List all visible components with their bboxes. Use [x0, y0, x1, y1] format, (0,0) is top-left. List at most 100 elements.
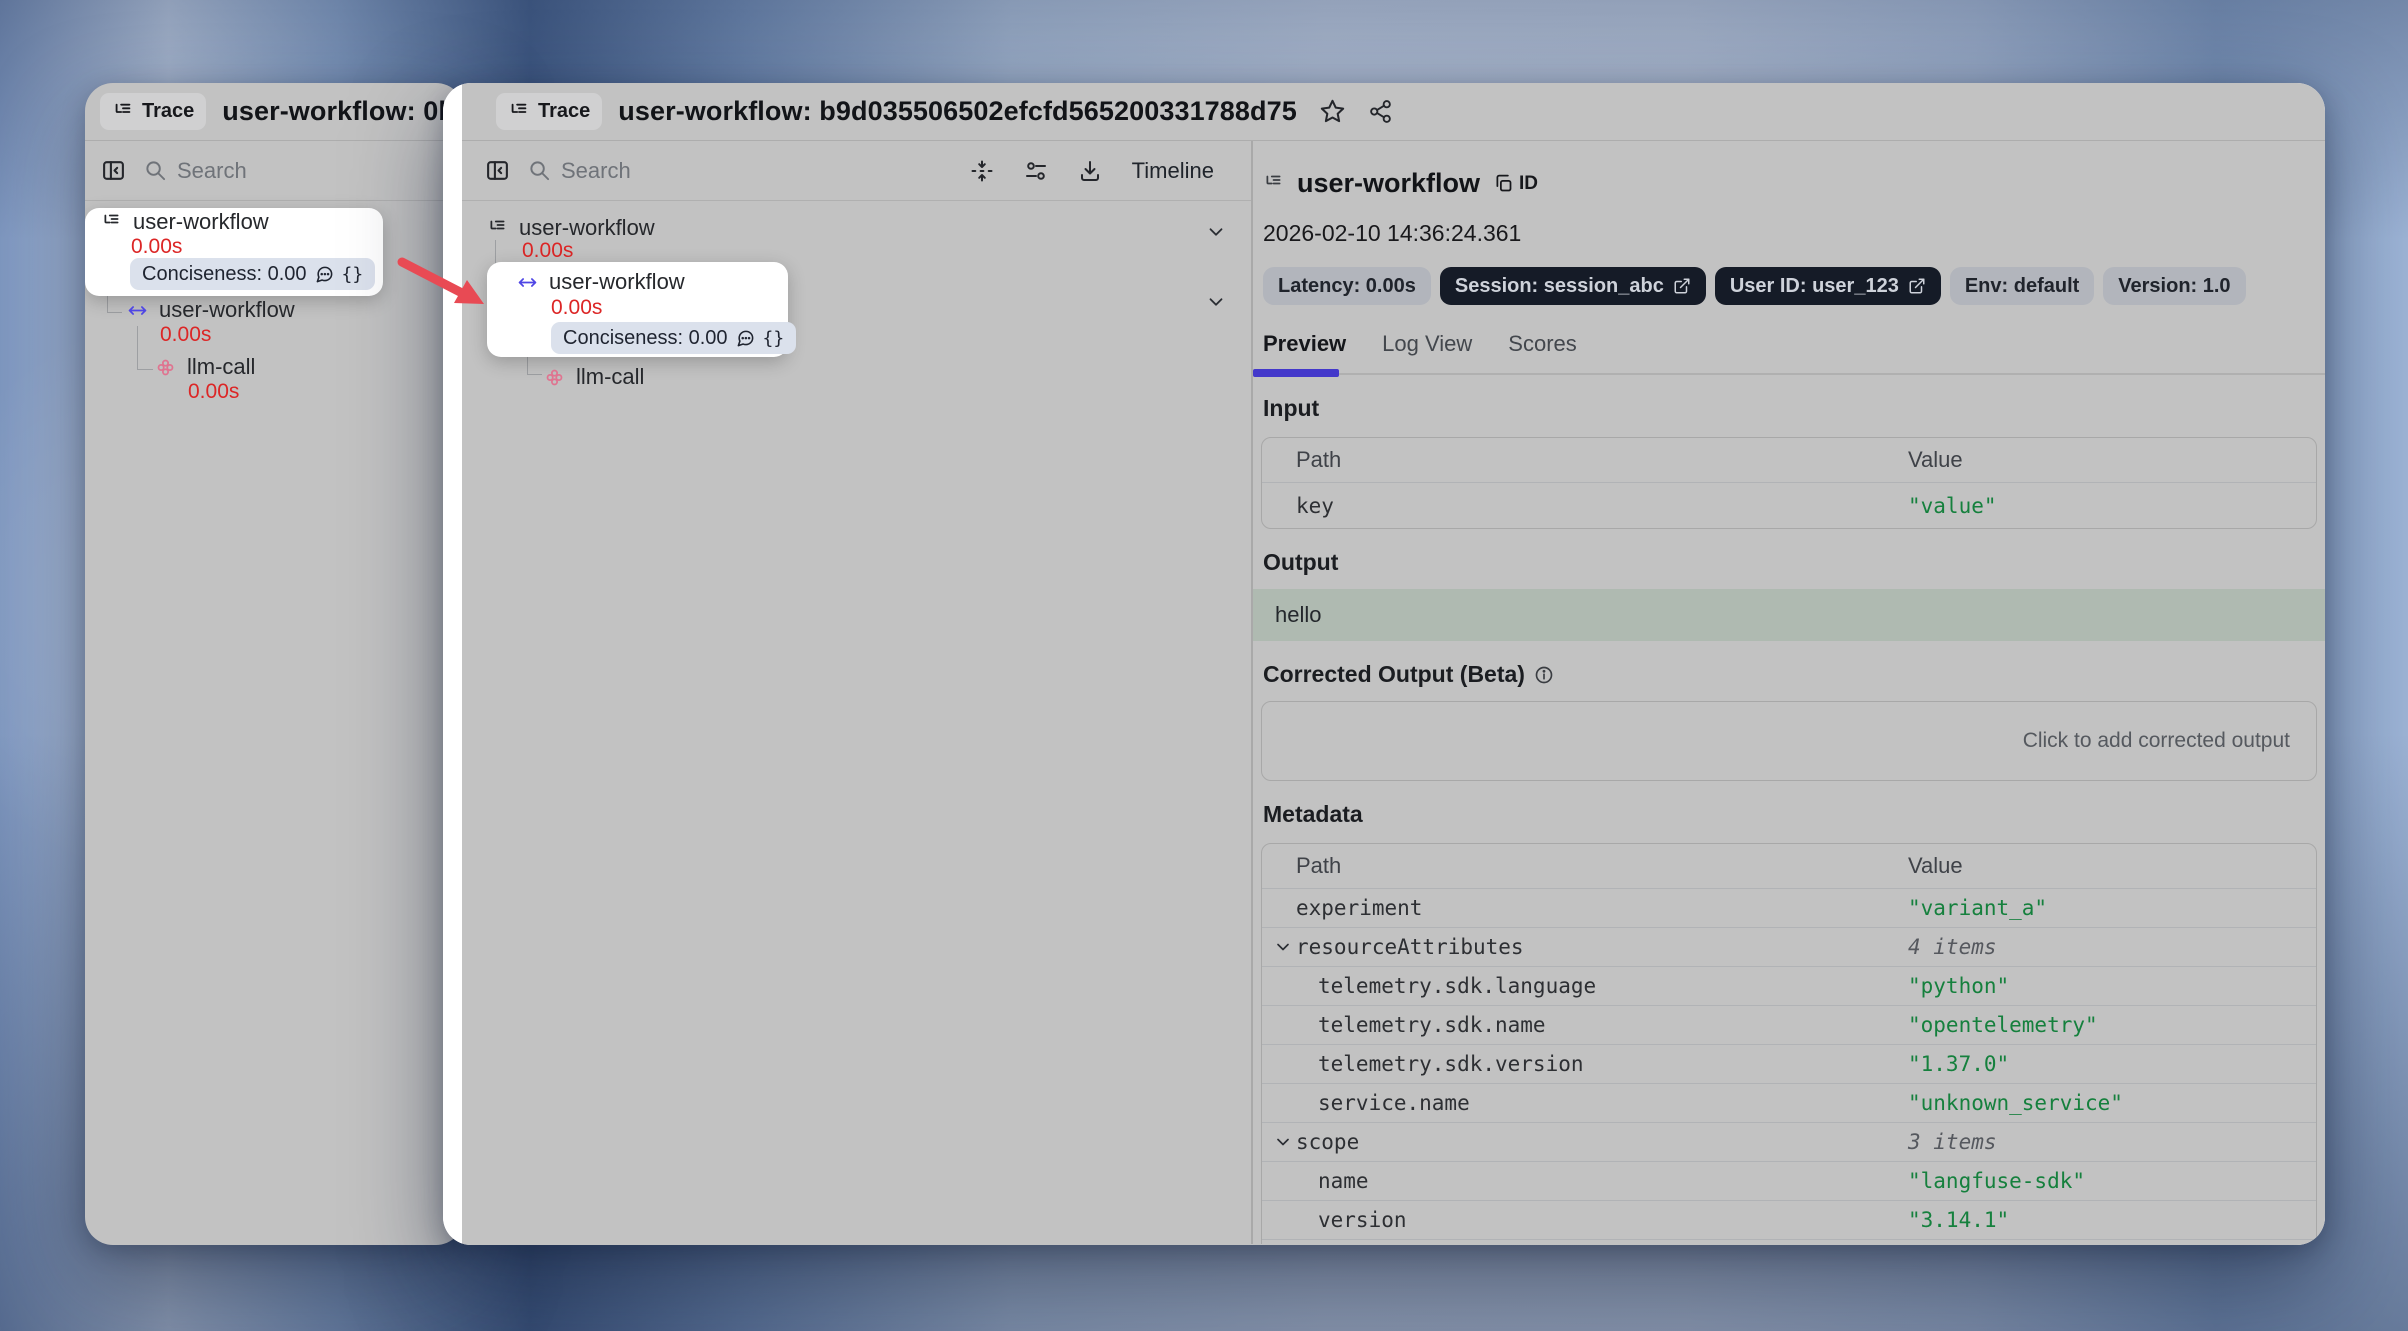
json-path: telemetry.sdk.language: [1318, 974, 1596, 998]
chevron-down-icon[interactable]: [1273, 1132, 1293, 1152]
json-value: "3.14.1": [1908, 1208, 2009, 1232]
metadata-section-heading: Metadata: [1263, 801, 2325, 828]
corrected-output-placeholder: Click to add corrected output: [2023, 729, 2290, 753]
span-duration: 0.00s: [160, 323, 211, 347]
score-badge[interactable]: Conciseness: 0.00 {}: [130, 258, 375, 290]
table-row: name "langfuse-sdk": [1262, 1161, 2316, 1200]
chevron-down-icon[interactable]: [1205, 291, 1227, 313]
table-header: Path Value: [1262, 438, 2316, 482]
span-duration: 0.00s: [522, 239, 573, 263]
table-row: attributes 1 items: [1262, 1239, 2316, 1244]
comment-icon: [315, 265, 334, 284]
comment-icon: [736, 329, 755, 348]
score-label: Conciseness: 0.00: [142, 263, 307, 286]
timeline-button[interactable]: Timeline: [1132, 158, 1214, 184]
chevron-down-icon[interactable]: [1205, 221, 1227, 243]
json-braces-icon: {}: [763, 328, 785, 349]
search-box: [528, 158, 952, 184]
tree-node-leaf[interactable]: llm-call: [544, 364, 644, 390]
tab-preview[interactable]: Preview: [1263, 331, 1346, 357]
search-input[interactable]: [177, 158, 377, 184]
span-duration: 0.00s: [188, 380, 239, 404]
user-id-badge[interactable]: User ID: user_123: [1715, 267, 1941, 305]
score-badge[interactable]: Conciseness: 0.00 {}: [551, 322, 796, 354]
table-row: scope 3 items: [1262, 1122, 2316, 1161]
trace-tree-panel: Timeline user-workflow: [462, 141, 1251, 1244]
column-path: Path: [1296, 447, 1341, 473]
table-header: Path Value: [1262, 844, 2316, 888]
tree-icon: [112, 101, 134, 123]
score-label: Conciseness: 0.00: [563, 327, 728, 350]
tree-node-child[interactable]: user-workflow: [127, 297, 295, 323]
span-detail-panel: user-workflow ID 2026-02-10 14:36:24.361…: [1251, 141, 2325, 1244]
tree-icon: [101, 212, 122, 233]
collapse-sidebar-button[interactable]: [101, 158, 126, 183]
search-input[interactable]: [561, 158, 761, 184]
id-label: ID: [1519, 173, 1538, 195]
span-duration: 0.00s: [131, 235, 182, 259]
corrected-output-box[interactable]: Click to add corrected output: [1261, 701, 2317, 781]
llm-flower-icon: [155, 357, 176, 378]
span-name: llm-call: [187, 354, 255, 380]
json-path: key: [1296, 494, 1334, 518]
trace-badge-label: Trace: [538, 100, 590, 123]
trace-badge: Trace: [496, 93, 602, 130]
collapse-sidebar-button[interactable]: [485, 158, 510, 183]
json-path: resourceAttributes: [1296, 935, 1524, 959]
star-button[interactable]: [1319, 98, 1346, 125]
tree-connector: [137, 326, 138, 369]
search-icon: [528, 159, 551, 182]
latency-badge: Latency: 0.00s: [1263, 267, 1431, 305]
column-value: Value: [1908, 853, 1963, 878]
tree-node-selected[interactable]: user-workflow: [517, 269, 685, 295]
span-name: llm-call: [576, 364, 644, 390]
copy-id-button[interactable]: ID: [1493, 173, 1538, 195]
input-table: Path Value key "value": [1261, 437, 2317, 529]
json-value: "variant_a": [1908, 896, 2047, 920]
tree-node-leaf[interactable]: llm-call: [155, 354, 255, 380]
tree-connector: [137, 369, 153, 370]
share-icon[interactable]: [1368, 99, 1393, 124]
tab-log-view[interactable]: Log View: [1382, 331, 1472, 357]
info-icon[interactable]: [1534, 665, 1554, 685]
json-value: "1.37.0": [1908, 1052, 2009, 1076]
table-row: telemetry.sdk.language "python": [1262, 966, 2316, 1005]
env-badge: Env: default: [1950, 267, 2094, 305]
tab-scores[interactable]: Scores: [1508, 331, 1576, 357]
search-box: [144, 158, 428, 184]
arrows-left-right-icon: [127, 300, 148, 321]
window-title: user-workflow: b9d035506502efcfd56520033…: [618, 96, 1297, 127]
table-row: resourceAttributes 4 items: [1262, 927, 2316, 966]
column-path: Path: [1296, 853, 1341, 879]
span-name: user-workflow: [549, 269, 685, 295]
json-value: "unknown_service": [1908, 1091, 2123, 1115]
json-value: "opentelemetry": [1908, 1013, 2098, 1037]
session-badge[interactable]: Session: session_abc: [1440, 267, 1706, 305]
json-items-count: 3 items: [1908, 1130, 1997, 1154]
settings-sliders-icon[interactable]: [1024, 159, 1048, 183]
input-section-heading: Input: [1263, 395, 2325, 422]
tree-node-root[interactable]: user-workflow: [487, 215, 655, 241]
json-path: service.name: [1318, 1091, 1470, 1115]
table-row: telemetry.sdk.name "opentelemetry": [1262, 1005, 2316, 1044]
span-duration: 0.00s: [551, 296, 602, 320]
json-path: scope: [1296, 1130, 1359, 1154]
table-row: service.name "unknown_service": [1262, 1083, 2316, 1122]
column-value: Value: [1908, 447, 1963, 472]
arrows-left-right-icon: [517, 272, 538, 293]
tree-connector: [107, 312, 122, 313]
tree-icon: [508, 101, 530, 123]
json-value: "value": [1908, 494, 1997, 518]
json-path: telemetry.sdk.version: [1318, 1052, 1584, 1076]
download-icon[interactable]: [1078, 159, 1102, 183]
json-value: "langfuse-sdk": [1908, 1169, 2085, 1193]
json-braces-icon: {}: [342, 264, 364, 285]
tree-node-root[interactable]: user-workflow: [101, 209, 269, 235]
llm-flower-icon: [544, 367, 565, 388]
table-row: version "3.14.1": [1262, 1200, 2316, 1239]
tree-icon: [487, 218, 508, 239]
table-row: experiment "variant_a": [1262, 888, 2316, 927]
json-path: telemetry.sdk.name: [1318, 1013, 1546, 1037]
chevron-down-icon[interactable]: [1273, 937, 1293, 957]
fold-vertical-icon[interactable]: [970, 159, 994, 183]
